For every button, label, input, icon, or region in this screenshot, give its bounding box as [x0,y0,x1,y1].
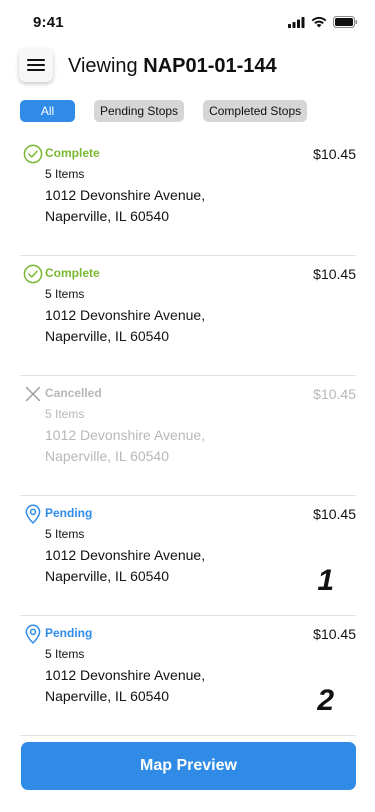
stop-address-line1: 1012 Devonshire Avenue, [45,187,206,203]
stop-amount: $10.45 [313,146,356,162]
order-id: NAP01-01-144 [143,55,277,77]
stop-address-line2: Naperville, IL 60540 [45,568,170,584]
page-title: Viewing NAP01-01-144 [68,54,277,78]
stop-items: 5 Items [45,647,85,661]
stop-address-line2: Naperville, IL 60540 [45,688,170,704]
stop-address-line2: Naperville, IL 60540 [45,328,170,344]
stop-status: Pending [45,506,93,520]
stop-list: Complete 5 Items 1012 Devonshire Avenue,… [20,136,356,736]
map-preview-button[interactable]: Map Preview [21,742,356,790]
stop-address-line1: 1012 Devonshire Avenue, [45,547,206,563]
stop-items: 5 Items [45,167,85,181]
filter-all[interactable]: All [20,100,75,122]
filter-pending-stops[interactable]: Pending Stops [94,100,185,122]
stop-row[interactable]: Complete 5 Items 1012 Devonshire Avenue,… [20,256,356,376]
stop-items: 5 Items [45,287,85,301]
stop-amount: $10.45 [313,266,356,282]
wifi-icon [311,16,327,28]
stop-status: Cancelled [45,386,102,400]
stop-address-line1: 1012 Devonshire Avenue, [45,307,206,323]
stop-sequence-number: 2 [317,684,334,717]
stop-amount: $10.45 [313,626,356,642]
stop-row[interactable]: Cancelled 5 Items 1012 Devonshire Avenue… [20,376,356,496]
stop-row[interactable]: Complete 5 Items 1012 Devonshire Avenue,… [20,136,356,256]
stop-address-line1: 1012 Devonshire Avenue, [45,667,206,683]
stop-row[interactable]: Pending 5 Items 1012 Devonshire Avenue, … [20,496,356,616]
stop-status: Pending [45,626,93,640]
title-prefix: Viewing [68,55,138,77]
map-pin-icon [25,624,41,644]
header: Viewing NAP01-01-144 [0,48,375,84]
status-icons [288,16,358,28]
stop-address-line2: Naperville, IL 60540 [45,448,170,464]
status-time: 9:41 [33,14,64,31]
stop-status: Complete [45,146,100,160]
filter-completed-stops[interactable]: Completed Stops [203,100,308,122]
stop-sequence-number: 1 [317,564,334,597]
stop-row[interactable]: Pending 5 Items 1012 Devonshire Avenue, … [20,616,356,736]
stop-items: 5 Items [45,527,85,541]
hamburger-menu-icon [27,59,45,71]
filter-tabs: All Pending Stops Completed Stops [20,100,308,122]
status-bar: 9:41 [0,0,375,44]
stop-amount: $10.45 [313,506,356,522]
menu-button[interactable] [19,48,53,82]
stop-status: Complete [45,266,100,280]
stop-address-line1: 1012 Devonshire Avenue, [45,427,206,443]
battery-icon [333,16,358,28]
signal-icon [288,16,305,28]
stop-address-line2: Naperville, IL 60540 [45,208,170,224]
stop-items: 5 Items [45,407,85,421]
check-circle-icon [23,264,43,284]
check-circle-icon [23,144,43,164]
x-icon [25,386,41,402]
map-pin-icon [25,504,41,524]
stop-amount: $10.45 [313,386,356,402]
